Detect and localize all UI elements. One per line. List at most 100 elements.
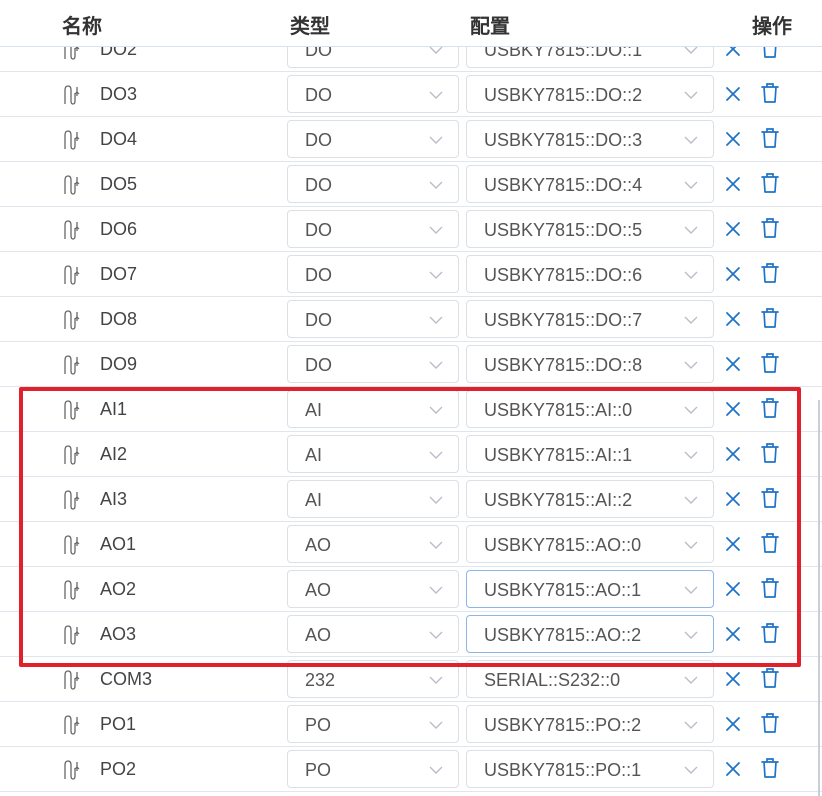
trash-icon[interactable] bbox=[760, 442, 780, 464]
close-icon[interactable] bbox=[724, 175, 742, 193]
close-icon[interactable] bbox=[724, 445, 742, 463]
type-select-value: AI bbox=[305, 490, 323, 510]
type-select[interactable]: AO bbox=[287, 525, 459, 563]
drag-handle-icon[interactable] bbox=[62, 489, 82, 511]
config-select[interactable]: USBKY7815::DO::5 bbox=[466, 210, 714, 248]
trash-icon[interactable] bbox=[760, 307, 780, 329]
config-select[interactable]: USBKY7815::AO::2 bbox=[466, 615, 714, 653]
trash-icon[interactable] bbox=[760, 217, 780, 239]
config-select[interactable]: USBKY7815::DO::8 bbox=[466, 345, 714, 383]
drag-handle-icon[interactable] bbox=[62, 624, 82, 646]
drag-handle-icon[interactable] bbox=[62, 174, 82, 196]
config-select[interactable]: USBKY7815::AI::2 bbox=[466, 480, 714, 518]
trash-icon[interactable] bbox=[760, 622, 780, 644]
drag-handle-icon[interactable] bbox=[62, 264, 82, 286]
type-select-value: DO bbox=[305, 355, 332, 375]
trash-icon[interactable] bbox=[760, 487, 780, 509]
config-select[interactable]: USBKY7815::AI::0 bbox=[466, 390, 714, 428]
type-select-value: DO bbox=[305, 130, 332, 150]
type-select[interactable]: DO bbox=[287, 120, 459, 158]
trash-icon[interactable] bbox=[760, 397, 780, 419]
type-select[interactable]: AI bbox=[287, 480, 459, 518]
trash-icon[interactable] bbox=[760, 172, 780, 194]
trash-icon[interactable] bbox=[760, 667, 780, 689]
type-select[interactable]: DO bbox=[287, 300, 459, 338]
config-select-value: USBKY7815::AI::2 bbox=[484, 490, 633, 510]
trash-icon[interactable] bbox=[760, 757, 780, 779]
close-icon[interactable] bbox=[724, 535, 742, 553]
close-icon[interactable] bbox=[724, 670, 742, 688]
config-select[interactable]: USBKY7815::DO::3 bbox=[466, 120, 714, 158]
drag-handle-icon[interactable] bbox=[62, 669, 82, 691]
trash-icon[interactable] bbox=[760, 262, 780, 284]
trash-icon[interactable] bbox=[760, 82, 780, 104]
config-select[interactable]: SERIAL::S232::0 bbox=[466, 660, 714, 698]
type-select[interactable]: 232 bbox=[287, 660, 459, 698]
drag-handle-icon[interactable] bbox=[62, 714, 82, 736]
drag-handle-icon[interactable] bbox=[62, 579, 82, 601]
type-select[interactable]: PO bbox=[287, 750, 459, 788]
drag-handle-icon[interactable] bbox=[62, 84, 82, 106]
row-name: DO9 bbox=[100, 354, 138, 374]
close-icon[interactable] bbox=[724, 625, 742, 643]
row-name: DO8 bbox=[100, 309, 138, 329]
config-select[interactable]: USBKY7815::DO::6 bbox=[466, 255, 714, 293]
type-select[interactable]: PO bbox=[287, 705, 459, 743]
table-row: AO2 AO USBKY7815::AO::1 bbox=[0, 567, 822, 612]
config-select[interactable]: USBKY7815::DO::2 bbox=[466, 75, 714, 113]
chevron-down-icon bbox=[428, 492, 444, 508]
type-select[interactable]: AO bbox=[287, 570, 459, 608]
trash-icon[interactable] bbox=[760, 712, 780, 734]
trash-icon[interactable] bbox=[760, 127, 780, 149]
config-select[interactable]: USBKY7815::PO::2 bbox=[466, 705, 714, 743]
type-select[interactable]: DO bbox=[287, 345, 459, 383]
trash-icon[interactable] bbox=[760, 577, 780, 599]
config-select-value: USBKY7815::PO::2 bbox=[484, 715, 642, 735]
drag-handle-icon[interactable] bbox=[62, 354, 82, 376]
config-select[interactable]: USBKY7815::AO::1 bbox=[466, 570, 714, 608]
close-icon[interactable] bbox=[724, 715, 742, 733]
vertical-scrollbar[interactable] bbox=[818, 400, 820, 796]
close-icon[interactable] bbox=[724, 265, 742, 283]
type-select[interactable]: DO bbox=[287, 255, 459, 293]
drag-handle-icon[interactable] bbox=[62, 444, 82, 466]
config-select[interactable]: USBKY7815::DO::4 bbox=[466, 165, 714, 203]
close-icon[interactable] bbox=[724, 220, 742, 238]
table-row: PO1 PO USBKY7815::PO::2 bbox=[0, 702, 822, 747]
config-select-value: USBKY7815::DO::3 bbox=[484, 130, 643, 150]
close-icon[interactable] bbox=[724, 490, 742, 508]
type-select[interactable]: AI bbox=[287, 390, 459, 428]
drag-handle-icon[interactable] bbox=[62, 534, 82, 556]
type-select[interactable]: DO bbox=[287, 165, 459, 203]
chevron-down-icon bbox=[683, 717, 699, 733]
close-icon[interactable] bbox=[724, 400, 742, 418]
type-select-value: DO bbox=[305, 265, 332, 285]
type-select[interactable]: DO bbox=[287, 210, 459, 248]
chevron-down-icon bbox=[428, 177, 444, 193]
trash-icon[interactable] bbox=[760, 532, 780, 554]
drag-handle-icon[interactable] bbox=[62, 759, 82, 781]
drag-handle-icon[interactable] bbox=[62, 399, 82, 421]
chevron-down-icon bbox=[428, 267, 444, 283]
type-select[interactable]: AO bbox=[287, 615, 459, 653]
close-icon[interactable] bbox=[724, 355, 742, 373]
drag-handle-icon[interactable] bbox=[62, 219, 82, 241]
close-icon[interactable] bbox=[724, 310, 742, 328]
chevron-down-icon bbox=[428, 627, 444, 643]
config-select-value: USBKY7815::AO::2 bbox=[484, 625, 642, 645]
chevron-down-icon bbox=[683, 357, 699, 373]
config-select[interactable]: USBKY7815::DO::7 bbox=[466, 300, 714, 338]
config-select[interactable]: USBKY7815::AO::0 bbox=[466, 525, 714, 563]
close-icon[interactable] bbox=[724, 760, 742, 778]
close-icon[interactable] bbox=[724, 85, 742, 103]
trash-icon[interactable] bbox=[760, 352, 780, 374]
type-select[interactable]: DO bbox=[287, 75, 459, 113]
table-row: AO3 AO USBKY7815::AO::2 bbox=[0, 612, 822, 657]
type-select[interactable]: AI bbox=[287, 435, 459, 473]
close-icon[interactable] bbox=[724, 130, 742, 148]
drag-handle-icon[interactable] bbox=[62, 309, 82, 331]
config-select[interactable]: USBKY7815::PO::1 bbox=[466, 750, 714, 788]
config-select[interactable]: USBKY7815::AI::1 bbox=[466, 435, 714, 473]
close-icon[interactable] bbox=[724, 580, 742, 598]
drag-handle-icon[interactable] bbox=[62, 129, 82, 151]
